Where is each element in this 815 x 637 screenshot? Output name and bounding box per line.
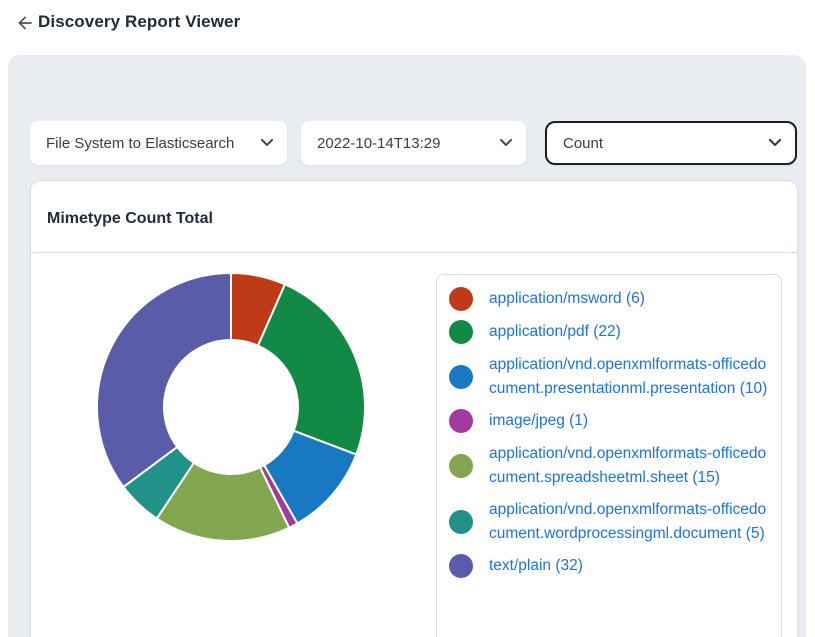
legend-item: application/msword (6) xyxy=(449,287,773,311)
legend-label[interactable]: text/plain (32) xyxy=(489,554,773,578)
page-title: Discovery Report Viewer xyxy=(38,12,240,32)
chart-legend: application/msword (6) application/pdf (2… xyxy=(436,274,782,637)
legend-swatch-icon xyxy=(449,510,473,534)
chevron-down-icon xyxy=(261,139,273,147)
card-header: Mimetype Count Total xyxy=(31,181,797,253)
legend-label[interactable]: application/vnd.openxmlformats-officedoc… xyxy=(489,353,773,400)
report-date-select[interactable]: 2022-10-14T13:29 xyxy=(301,121,526,165)
legend-label[interactable]: image/jpeg (1) xyxy=(489,409,773,433)
metric-select[interactable]: Count xyxy=(545,121,797,165)
app-header: Discovery Report Viewer xyxy=(0,0,815,55)
legend-item: image/jpeg (1) xyxy=(449,409,773,433)
discovery-report-viewer-page: Discovery Report Viewer File System to E… xyxy=(0,0,815,637)
legend-item: application/vnd.openxmlformats-officedoc… xyxy=(449,498,773,545)
report-panel: File System to Elasticsearch 2022-10-14T… xyxy=(8,55,806,637)
legend-label[interactable]: application/vnd.openxmlformats-officedoc… xyxy=(489,442,773,489)
chevron-down-icon xyxy=(500,139,512,147)
legend-label[interactable]: application/vnd.openxmlformats-officedoc… xyxy=(489,498,773,545)
back-button[interactable] xyxy=(11,9,39,37)
legend-item: application/vnd.openxmlformats-officedoc… xyxy=(449,442,773,489)
donut-slice[interactable] xyxy=(97,273,231,487)
legend-swatch-icon xyxy=(449,554,473,578)
report-type-select-value: File System to Elasticsearch xyxy=(46,135,234,152)
metric-select-value: Count xyxy=(563,135,603,152)
legend-item: application/pdf (22) xyxy=(449,320,773,344)
legend-item: text/plain (32) xyxy=(449,554,773,578)
back-arrow-icon xyxy=(15,13,35,33)
legend-label[interactable]: application/msword (6) xyxy=(489,287,773,311)
legend-swatch-icon xyxy=(449,320,473,344)
legend-label[interactable]: application/pdf (22) xyxy=(489,320,773,344)
donut-slice[interactable] xyxy=(258,284,365,454)
legend-swatch-icon xyxy=(449,409,473,433)
report-type-select[interactable]: File System to Elasticsearch xyxy=(30,121,287,165)
report-date-select-value: 2022-10-14T13:29 xyxy=(317,135,440,152)
chevron-down-icon xyxy=(769,139,781,147)
legend-swatch-icon xyxy=(449,454,473,478)
legend-swatch-icon xyxy=(449,287,473,311)
donut-chart[interactable] xyxy=(91,267,371,547)
card-title: Mimetype Count Total xyxy=(47,210,213,228)
legend-item: application/vnd.openxmlformats-officedoc… xyxy=(449,353,773,400)
legend-swatch-icon xyxy=(449,365,473,389)
mimetype-count-card: Mimetype Count Total application/msword … xyxy=(30,180,798,637)
